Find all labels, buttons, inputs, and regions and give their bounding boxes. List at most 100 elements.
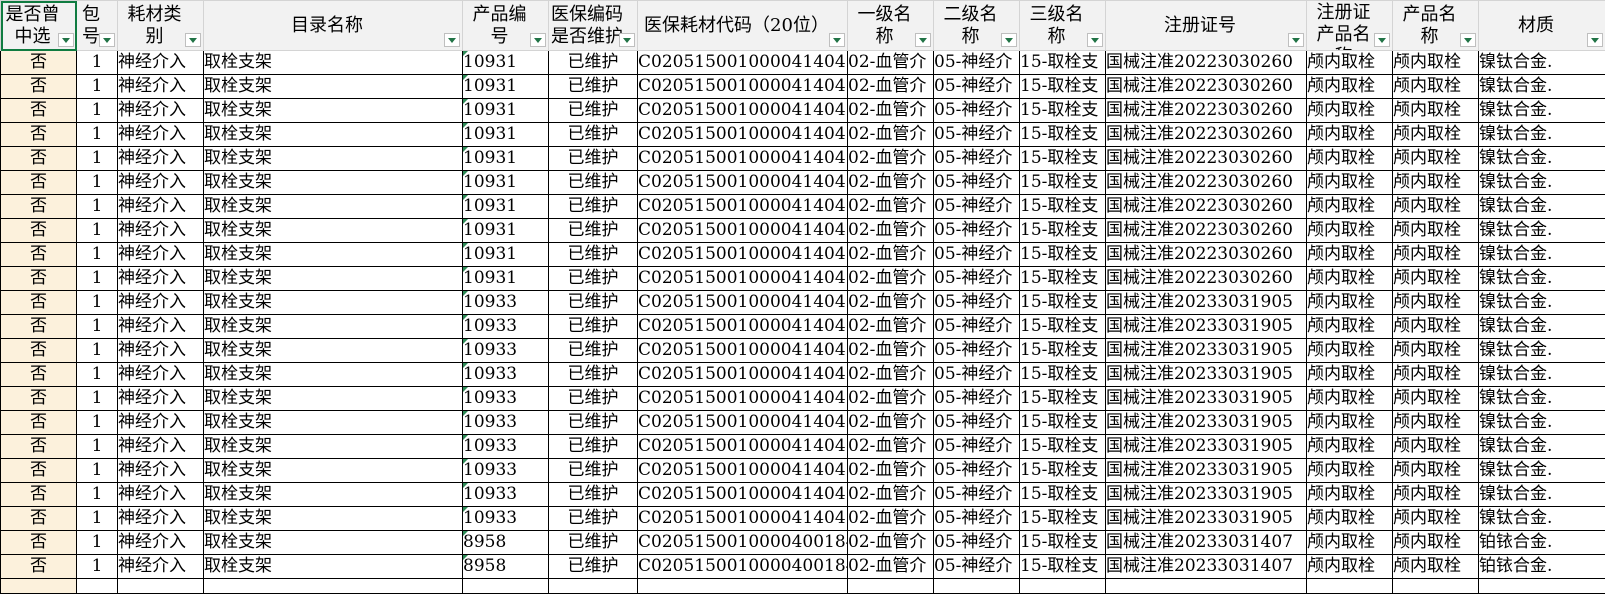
cell-catalog-name[interactable]: 取栓支架 bbox=[203, 74, 463, 99]
cell-reg-product[interactable]: 颅内取栓 bbox=[1306, 146, 1393, 171]
cell-nhsa-code[interactable]: C0205150010000414045 bbox=[637, 458, 848, 483]
cell-reg-no[interactable]: 国械注准20223030260 bbox=[1105, 194, 1307, 219]
cell-material[interactable]: 镍钛合金. bbox=[1478, 482, 1605, 507]
cell-reg-no[interactable]: 国械注准20233031905 bbox=[1105, 410, 1307, 435]
filter-dropdown-icon[interactable] bbox=[1460, 33, 1476, 47]
cell-code-maintained[interactable]: 已维护 bbox=[548, 266, 638, 291]
cell-empty[interactable] bbox=[0, 578, 77, 594]
cell-reg-product[interactable]: 颅内取栓 bbox=[1306, 458, 1393, 483]
cell-material[interactable]: 铂铱合金. bbox=[1478, 530, 1605, 555]
cell-package[interactable]: 1 bbox=[76, 218, 118, 243]
cell-reg-no[interactable]: 国械注准20233031905 bbox=[1105, 386, 1307, 411]
cell-catalog-name[interactable]: 取栓支架 bbox=[203, 458, 463, 483]
cell-selected-before[interactable]: 否 bbox=[0, 242, 77, 267]
cell-level3[interactable]: 15-取栓支 bbox=[1019, 362, 1106, 387]
cell-level2[interactable]: 05-神经介 bbox=[933, 554, 1020, 579]
column-header-nhsa-code[interactable]: 医保耗材代码（20位） bbox=[637, 0, 848, 51]
cell-level2[interactable]: 05-神经介 bbox=[933, 266, 1020, 291]
cell-product-name[interactable]: 颅内取栓 bbox=[1392, 362, 1479, 387]
cell-level2[interactable]: 05-神经介 bbox=[933, 458, 1020, 483]
cell-reg-product[interactable]: 颅内取栓 bbox=[1306, 506, 1393, 531]
cell-reg-no[interactable]: 国械注准20233031905 bbox=[1105, 506, 1307, 531]
cell-code-maintained[interactable]: 已维护 bbox=[548, 122, 638, 147]
cell-nhsa-code[interactable]: C0205150010000414045 bbox=[637, 98, 848, 123]
cell-catalog-name[interactable]: 取栓支架 bbox=[203, 410, 463, 435]
cell-product-no[interactable]: 10931 bbox=[462, 242, 549, 267]
cell-product-no[interactable]: 10933 bbox=[462, 338, 549, 363]
cell-level2[interactable]: 05-神经介 bbox=[933, 50, 1020, 75]
cell-product-name[interactable]: 颅内取栓 bbox=[1392, 434, 1479, 459]
cell-level3[interactable]: 15-取栓支 bbox=[1019, 146, 1106, 171]
cell-product-no[interactable]: 10933 bbox=[462, 290, 549, 315]
cell-level2[interactable]: 05-神经介 bbox=[933, 74, 1020, 99]
cell-product-name[interactable]: 颅内取栓 bbox=[1392, 338, 1479, 363]
cell-package[interactable]: 1 bbox=[76, 482, 118, 507]
column-header-level2[interactable]: 二级名称 bbox=[933, 0, 1020, 51]
cell-material[interactable]: 镍钛合金. bbox=[1478, 290, 1605, 315]
cell-catalog-name[interactable]: 取栓支架 bbox=[203, 194, 463, 219]
cell-level1[interactable]: 02-血管介 bbox=[847, 554, 934, 579]
cell-level1[interactable]: 02-血管介 bbox=[847, 458, 934, 483]
cell-material[interactable]: 镍钛合金. bbox=[1478, 338, 1605, 363]
cell-package[interactable]: 1 bbox=[76, 362, 118, 387]
cell-level1[interactable]: 02-血管介 bbox=[847, 194, 934, 219]
cell-product-name[interactable]: 颅内取栓 bbox=[1392, 458, 1479, 483]
cell-product-name[interactable]: 颅内取栓 bbox=[1392, 218, 1479, 243]
cell-reg-no[interactable]: 国械注准20223030260 bbox=[1105, 50, 1307, 75]
cell-reg-no[interactable]: 国械注准20223030260 bbox=[1105, 266, 1307, 291]
cell-product-name[interactable]: 颅内取栓 bbox=[1392, 170, 1479, 195]
cell-nhsa-code[interactable]: C0205150010000414045 bbox=[637, 122, 848, 147]
cell-product-no[interactable]: 10931 bbox=[462, 50, 549, 75]
cell-nhsa-code[interactable]: C0205150010000414045 bbox=[637, 194, 848, 219]
cell-category[interactable]: 神经介入 bbox=[117, 266, 204, 291]
cell-product-name[interactable]: 颅内取栓 bbox=[1392, 50, 1479, 75]
cell-code-maintained[interactable]: 已维护 bbox=[548, 362, 638, 387]
cell-package[interactable]: 1 bbox=[76, 314, 118, 339]
filter-dropdown-icon[interactable] bbox=[1087, 33, 1103, 47]
cell-catalog-name[interactable]: 取栓支架 bbox=[203, 242, 463, 267]
cell-code-maintained[interactable]: 已维护 bbox=[548, 386, 638, 411]
cell-selected-before[interactable]: 否 bbox=[0, 218, 77, 243]
cell-material[interactable]: 镍钛合金. bbox=[1478, 458, 1605, 483]
cell-nhsa-code[interactable]: C0205150010000414045 bbox=[637, 386, 848, 411]
cell-reg-no[interactable]: 国械注准20223030260 bbox=[1105, 74, 1307, 99]
cell-empty[interactable] bbox=[548, 578, 638, 594]
cell-level2[interactable]: 05-神经介 bbox=[933, 434, 1020, 459]
cell-reg-product[interactable]: 颅内取栓 bbox=[1306, 314, 1393, 339]
cell-empty[interactable] bbox=[1306, 578, 1393, 594]
cell-product-no[interactable]: 10931 bbox=[462, 74, 549, 99]
column-header-reg-no[interactable]: 注册证号 bbox=[1105, 0, 1307, 51]
column-header-code-maintained[interactable]: 医保编码是否维护 bbox=[548, 0, 638, 51]
cell-reg-no[interactable]: 国械注准20233031905 bbox=[1105, 482, 1307, 507]
cell-selected-before[interactable]: 否 bbox=[0, 362, 77, 387]
cell-catalog-name[interactable]: 取栓支架 bbox=[203, 170, 463, 195]
filter-dropdown-icon[interactable] bbox=[829, 33, 845, 47]
cell-product-name[interactable]: 颅内取栓 bbox=[1392, 554, 1479, 579]
cell-level1[interactable]: 02-血管介 bbox=[847, 242, 934, 267]
cell-code-maintained[interactable]: 已维护 bbox=[548, 290, 638, 315]
cell-category[interactable]: 神经介入 bbox=[117, 482, 204, 507]
cell-nhsa-code[interactable]: C0205150010000414045 bbox=[637, 314, 848, 339]
cell-reg-no[interactable]: 国械注准20233031905 bbox=[1105, 434, 1307, 459]
cell-level3[interactable]: 15-取栓支 bbox=[1019, 482, 1106, 507]
cell-level3[interactable]: 15-取栓支 bbox=[1019, 122, 1106, 147]
cell-catalog-name[interactable]: 取栓支架 bbox=[203, 50, 463, 75]
cell-category[interactable]: 神经介入 bbox=[117, 170, 204, 195]
cell-package[interactable]: 1 bbox=[76, 530, 118, 555]
cell-selected-before[interactable]: 否 bbox=[0, 386, 77, 411]
cell-empty[interactable] bbox=[1019, 578, 1106, 594]
cell-level3[interactable]: 15-取栓支 bbox=[1019, 386, 1106, 411]
cell-code-maintained[interactable]: 已维护 bbox=[548, 434, 638, 459]
cell-reg-product[interactable]: 颅内取栓 bbox=[1306, 554, 1393, 579]
cell-selected-before[interactable]: 否 bbox=[0, 410, 77, 435]
cell-level3[interactable]: 15-取栓支 bbox=[1019, 434, 1106, 459]
cell-category[interactable]: 神经介入 bbox=[117, 74, 204, 99]
cell-material[interactable]: 镍钛合金. bbox=[1478, 194, 1605, 219]
cell-product-name[interactable]: 颅内取栓 bbox=[1392, 122, 1479, 147]
cell-product-no[interactable]: 10933 bbox=[462, 458, 549, 483]
cell-material[interactable]: 镍钛合金. bbox=[1478, 74, 1605, 99]
cell-product-name[interactable]: 颅内取栓 bbox=[1392, 314, 1479, 339]
cell-code-maintained[interactable]: 已维护 bbox=[548, 170, 638, 195]
cell-category[interactable]: 神经介入 bbox=[117, 314, 204, 339]
cell-code-maintained[interactable]: 已维护 bbox=[548, 530, 638, 555]
